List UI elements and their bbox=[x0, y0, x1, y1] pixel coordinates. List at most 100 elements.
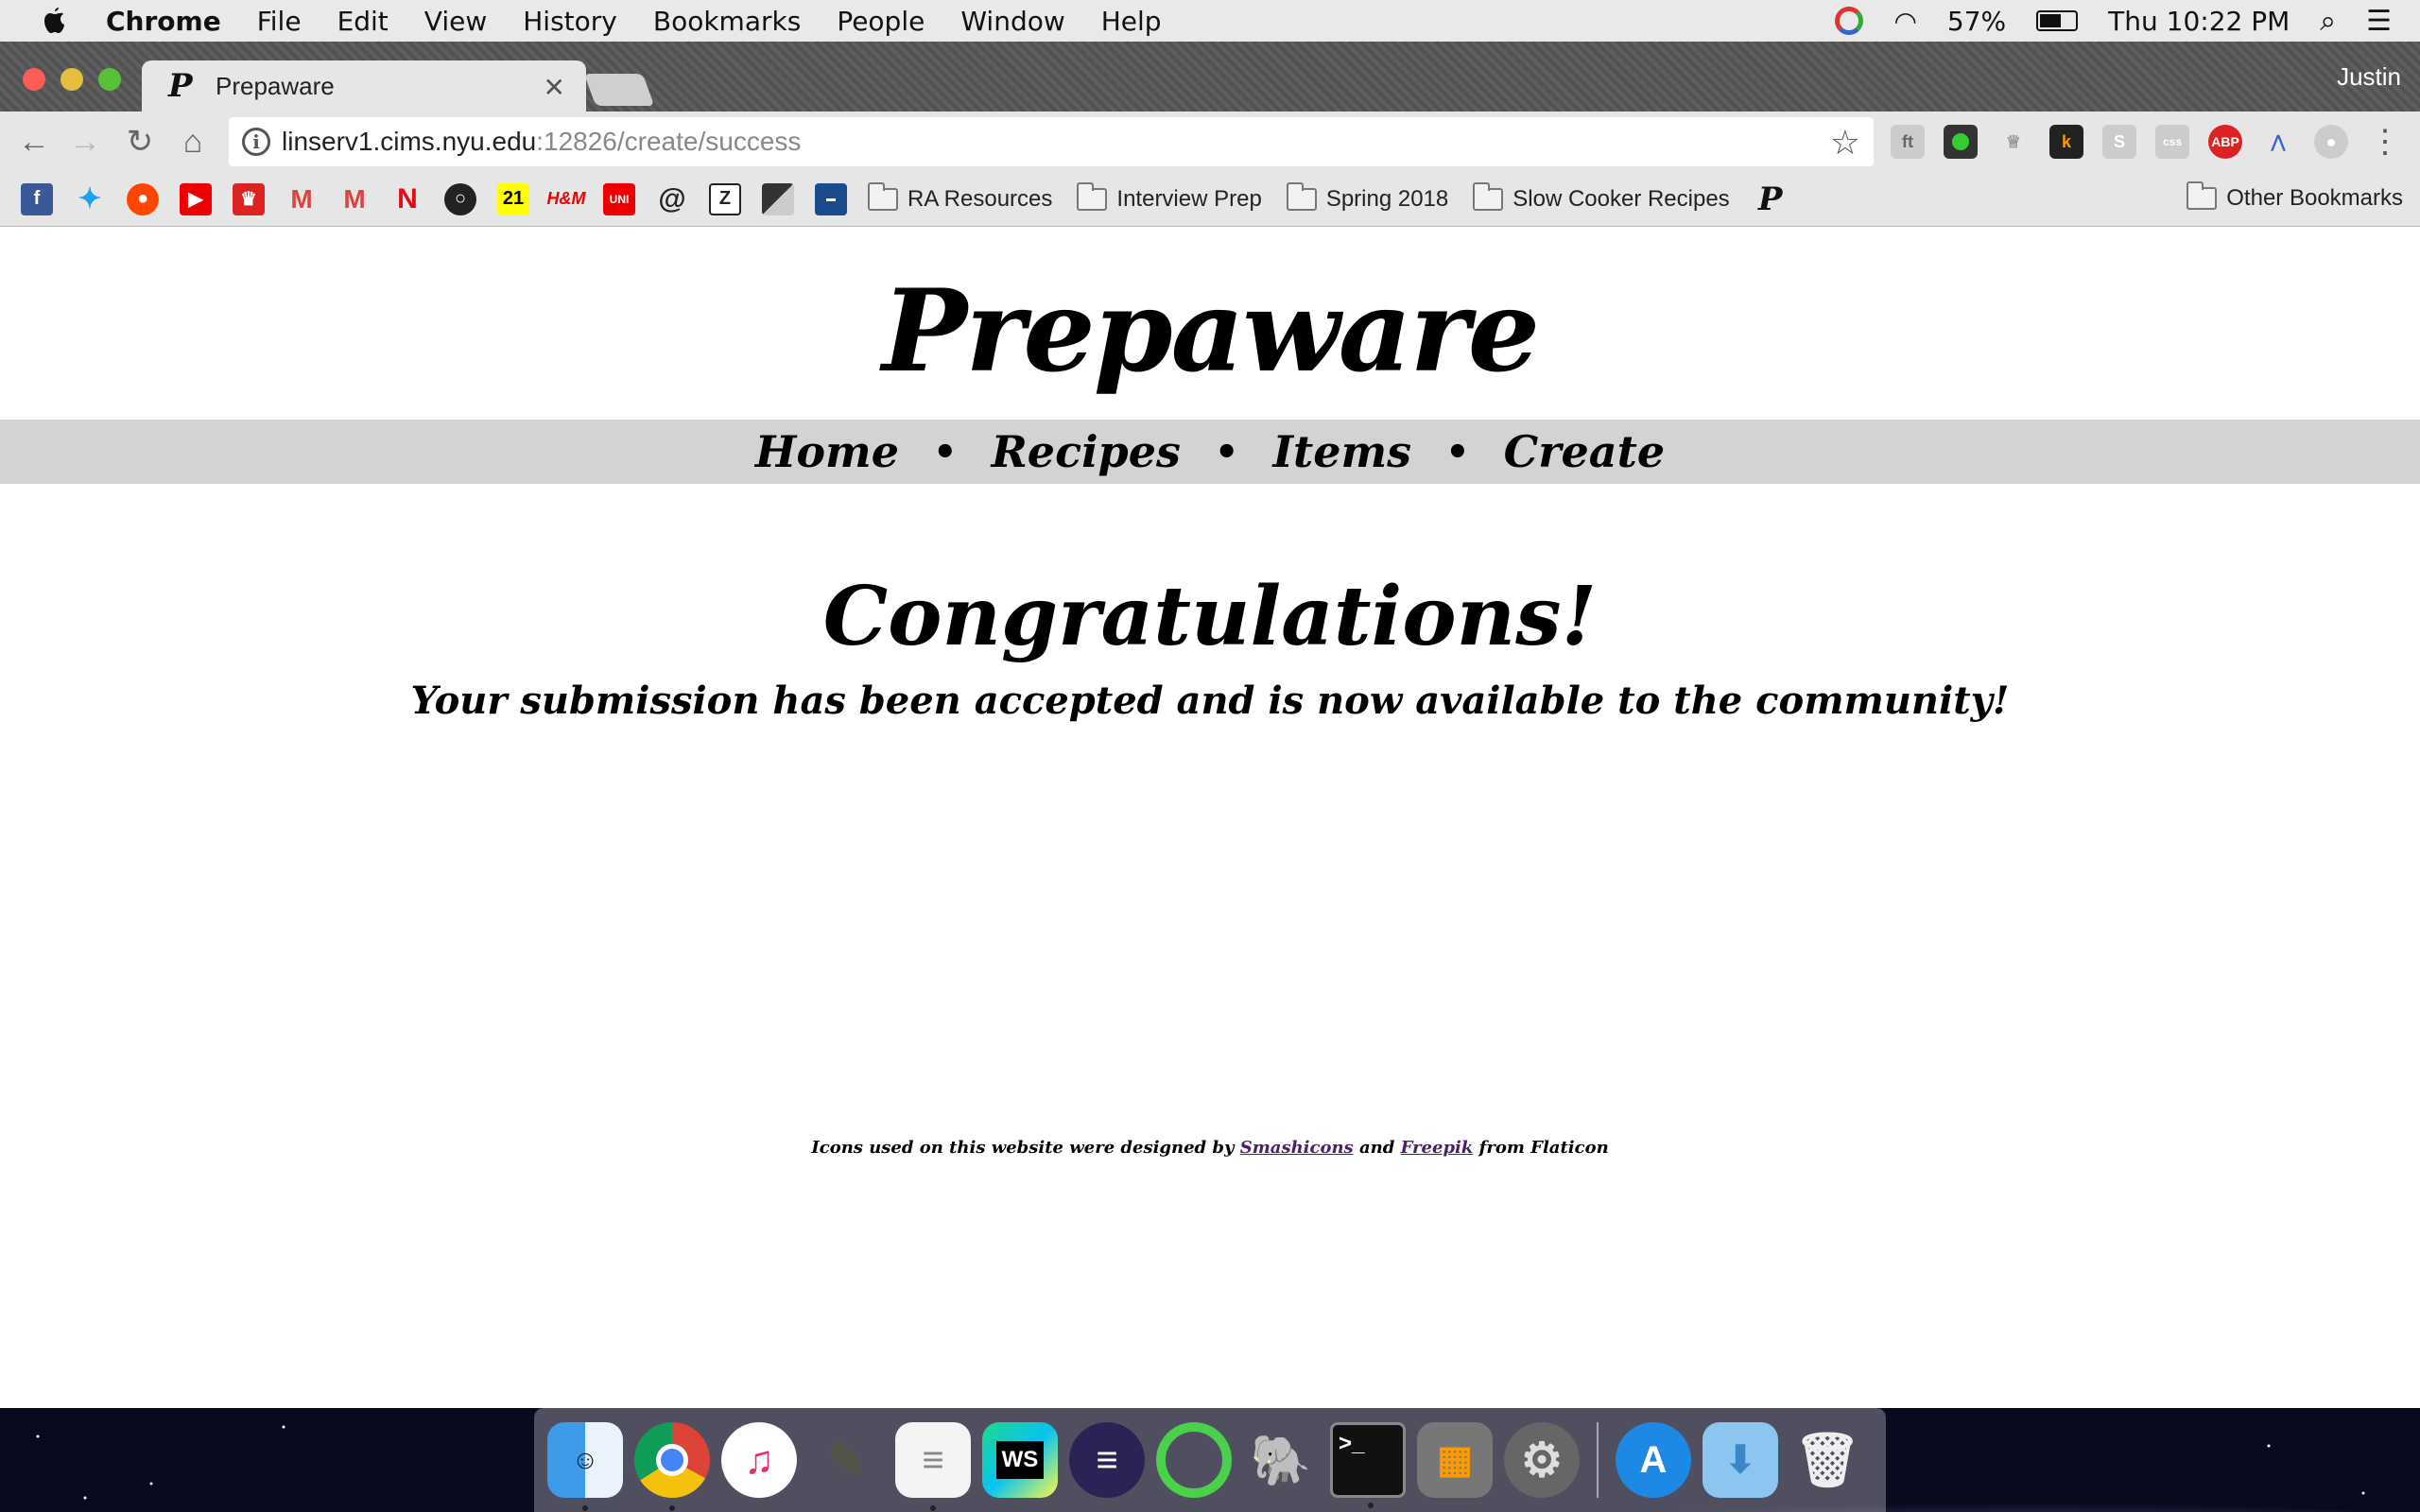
menu-file[interactable]: File bbox=[257, 6, 302, 37]
url-path: :12826/create/success bbox=[536, 127, 802, 156]
downloads-folder-icon[interactable]: ⬇ bbox=[1703, 1422, 1778, 1498]
url-host: linserv1.cims.nyu.edu bbox=[282, 127, 537, 156]
prepaware-bookmark-icon[interactable]: P bbox=[1754, 180, 1787, 218]
reload-icon[interactable]: ↻ bbox=[121, 123, 159, 161]
menu-window[interactable]: Window bbox=[960, 6, 1064, 37]
extension-k-icon[interactable]: k bbox=[2049, 125, 2083, 159]
youtube-icon[interactable]: ▶ bbox=[180, 182, 212, 215]
profile-button[interactable]: Justin bbox=[2337, 62, 2401, 92]
running-indicator bbox=[930, 1505, 936, 1511]
wifi-icon[interactable]: ◠ bbox=[1893, 6, 1916, 37]
menu-edit[interactable]: Edit bbox=[337, 6, 389, 37]
hm-icon[interactable]: H&M bbox=[547, 183, 586, 215]
extension-lightbulb-icon[interactable]: ♕ bbox=[1996, 125, 2031, 159]
folder-icon bbox=[1473, 181, 1504, 211]
bookmark-21-icon[interactable]: 21 bbox=[497, 182, 529, 215]
battery-icon[interactable] bbox=[2036, 10, 2079, 31]
itunes-icon[interactable]: ♫ bbox=[721, 1422, 797, 1498]
extension-s-icon[interactable]: S bbox=[2102, 125, 2136, 159]
zoom-window-button[interactable] bbox=[98, 68, 121, 91]
bookmark-blue-badge-icon[interactable]: ▬ bbox=[815, 182, 847, 215]
calculator-icon[interactable]: ▦ bbox=[1417, 1422, 1493, 1498]
running-indicator bbox=[1368, 1503, 1374, 1508]
extension-icons: ft ♕ k S css ABP ⋀ ● bbox=[1891, 125, 2348, 159]
finder-icon[interactable]: ☺ bbox=[547, 1422, 623, 1511]
nav-create[interactable]: Create bbox=[1504, 426, 1665, 477]
bookmark-z-icon[interactable]: Z bbox=[709, 182, 741, 215]
bookmark-at-icon[interactable]: @ bbox=[656, 183, 688, 215]
freepik-link[interactable]: Freepik bbox=[1401, 1138, 1474, 1158]
reddit-icon[interactable]: ● bbox=[127, 182, 159, 215]
bookmark-folder-slow-cooker-recipes[interactable]: Slow Cooker Recipes bbox=[1473, 181, 1730, 213]
gmail-second-icon[interactable]: M bbox=[338, 183, 371, 215]
bookmark-folder-spring-2018[interactable]: Spring 2018 bbox=[1286, 181, 1448, 213]
extension-reddit-icon[interactable]: ● bbox=[2314, 125, 2348, 159]
terminal-icon[interactable]: >_ bbox=[1330, 1422, 1406, 1508]
menu-app-chrome[interactable]: Chrome bbox=[106, 6, 221, 37]
uniqlo-icon[interactable]: UNI bbox=[603, 182, 635, 215]
spotlight-search-icon[interactable]: ⌕ bbox=[2320, 5, 2336, 38]
sequel-pro-icon[interactable]: 🐘 bbox=[1243, 1422, 1319, 1498]
nav-recipes[interactable]: Recipes bbox=[992, 426, 1181, 477]
running-indicator bbox=[669, 1505, 675, 1511]
menu-people[interactable]: People bbox=[837, 6, 925, 37]
close-window-button[interactable] bbox=[23, 68, 45, 91]
netflix-icon[interactable]: N bbox=[391, 183, 424, 215]
chrome-icon[interactable] bbox=[634, 1422, 710, 1511]
textedit-icon[interactable]: ≡ bbox=[895, 1422, 971, 1511]
folder-icon bbox=[2187, 181, 2218, 210]
extension-css-icon[interactable]: css bbox=[2155, 125, 2189, 159]
bookmark-crown-icon[interactable]: ♛ bbox=[233, 182, 265, 215]
tab-prepaware[interactable]: P Prepaware ✕ bbox=[142, 60, 586, 112]
forward-arrow-icon[interactable]: → bbox=[66, 123, 104, 161]
clock[interactable]: Thu 10:22 PM bbox=[2108, 6, 2290, 37]
twitter-icon[interactable]: ✦ bbox=[74, 183, 106, 215]
tab-close-icon[interactable]: ✕ bbox=[544, 72, 565, 103]
bookmark-folder-interview-prep[interactable]: Interview Prep bbox=[1077, 181, 1262, 213]
webstorm-icon[interactable]: WS bbox=[982, 1422, 1058, 1498]
menu-view[interactable]: View bbox=[424, 6, 487, 37]
gimp-icon[interactable]: ✎ bbox=[808, 1422, 884, 1498]
other-bookmarks-folder[interactable]: Other Bookmarks bbox=[2187, 181, 2403, 212]
app-store-icon[interactable]: A bbox=[1616, 1422, 1691, 1498]
menu-history[interactable]: History bbox=[523, 6, 617, 37]
facebook-icon[interactable]: f bbox=[21, 182, 53, 215]
folder-icon bbox=[868, 181, 898, 211]
home-icon[interactable]: ⌂ bbox=[174, 123, 212, 161]
chrome-menu-icon[interactable]: ⋮ bbox=[2369, 123, 2401, 161]
chrome-cast-icon[interactable] bbox=[1835, 7, 1864, 35]
nav-separator: • bbox=[933, 429, 958, 474]
menu-bookmarks[interactable]: Bookmarks bbox=[653, 6, 801, 37]
browser-toolbar: ← → ↻ ⌂ i linserv1.cims.nyu.edu:12826/cr… bbox=[0, 112, 2420, 172]
site-info-icon[interactable]: i bbox=[242, 128, 270, 156]
smashicons-link[interactable]: Smashicons bbox=[1240, 1138, 1354, 1158]
system-preferences-icon[interactable]: ⚙ bbox=[1504, 1422, 1580, 1498]
gmail-icon[interactable]: M bbox=[285, 183, 318, 215]
back-arrow-icon[interactable]: ← bbox=[15, 123, 53, 161]
trash-icon[interactable]: 🗑 bbox=[1789, 1422, 1865, 1498]
running-indicator bbox=[582, 1505, 588, 1511]
extension-a-icon[interactable]: ft bbox=[1891, 125, 1925, 159]
new-tab-button[interactable] bbox=[583, 74, 655, 106]
bookmark-star-icon[interactable]: ☆ bbox=[1830, 123, 1860, 163]
apple-icon[interactable] bbox=[34, 0, 76, 42]
bookmark-folder-label: Slow Cooker Recipes bbox=[1512, 185, 1730, 212]
nav-separator: • bbox=[1214, 429, 1239, 474]
bookmark-slash-icon[interactable] bbox=[762, 182, 794, 215]
notification-center-icon[interactable]: ☰ bbox=[2366, 5, 2392, 38]
green-ring-app-icon[interactable] bbox=[1156, 1422, 1232, 1498]
battery-percent: 57% bbox=[1946, 5, 2007, 37]
extension-green-dot-icon[interactable] bbox=[1944, 125, 1978, 159]
nav-home[interactable]: Home bbox=[755, 426, 899, 477]
nav-items[interactable]: Items bbox=[1272, 426, 1411, 477]
bookmark-folder-ra-resources[interactable]: RA Resources bbox=[868, 181, 1052, 213]
bookmark-circle-icon[interactable]: ○ bbox=[444, 182, 476, 215]
eclipse-icon[interactable]: ≡ bbox=[1069, 1422, 1145, 1498]
footer-prefix: Icons used on this website were designed… bbox=[811, 1138, 1235, 1158]
minimize-window-button[interactable] bbox=[60, 68, 83, 91]
adblock-plus-icon[interactable]: ABP bbox=[2208, 125, 2242, 159]
address-bar[interactable]: i linserv1.cims.nyu.edu:12826/create/suc… bbox=[229, 117, 1874, 166]
site-title[interactable]: Prepaware bbox=[0, 265, 2420, 398]
menu-help[interactable]: Help bbox=[1101, 6, 1162, 37]
extension-chart-icon[interactable]: ⋀ bbox=[2261, 125, 2295, 159]
